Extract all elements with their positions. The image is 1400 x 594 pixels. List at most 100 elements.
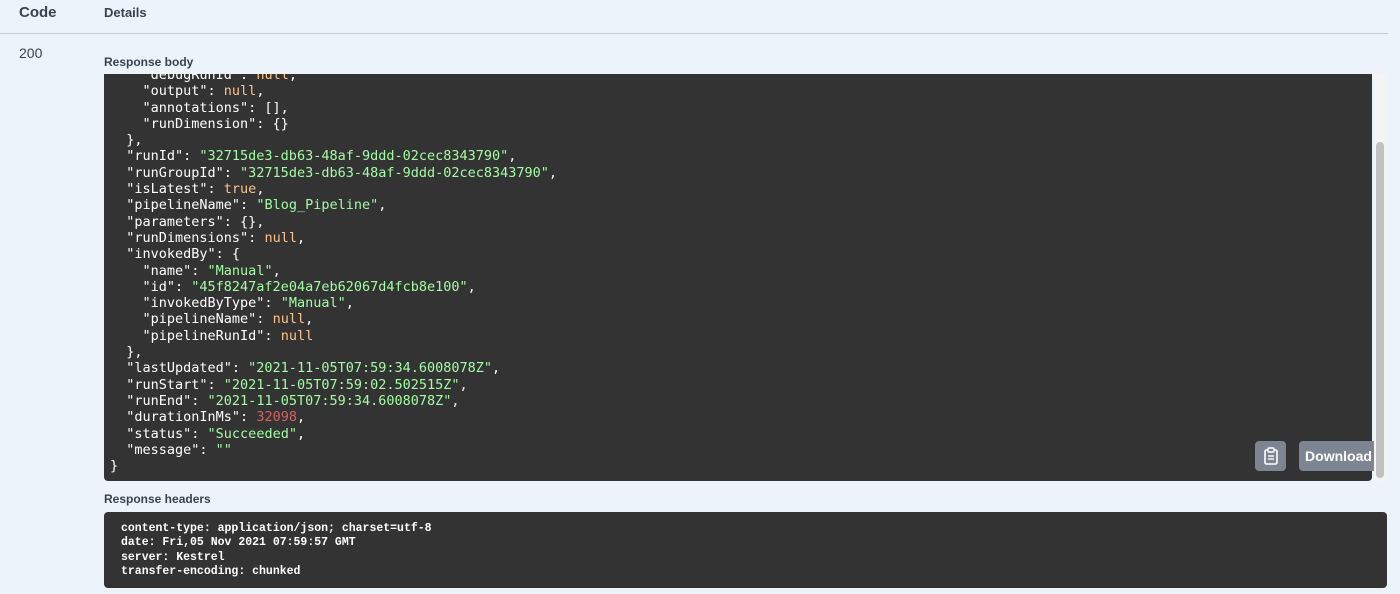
code-token: null xyxy=(280,327,314,344)
code-line: "pipelineName": null, xyxy=(104,311,1372,327)
code-token: } xyxy=(110,458,119,475)
code-token: "debugRunId": xyxy=(110,74,257,83)
code-token: "runDimensions": xyxy=(110,229,265,246)
code-line: "invokedBy": { xyxy=(104,246,1372,262)
code-token: true xyxy=(223,181,257,198)
response-body-scrollbar[interactable] xyxy=(1374,74,1386,481)
code-token: "2021-11-05T07:59:34.6008078Z" xyxy=(207,392,452,409)
code-token: "name": xyxy=(110,262,208,279)
code-line: "status": "Succeeded", xyxy=(104,426,1372,442)
code-token: "pipelineRunId": xyxy=(110,327,281,344)
code-token: "" xyxy=(215,441,232,458)
clipboard-icon xyxy=(1263,447,1278,465)
code-token: }, xyxy=(110,344,143,361)
response-body-label: Response body xyxy=(104,55,194,69)
code-token: , xyxy=(508,148,517,165)
code-line: "isLatest": true, xyxy=(104,181,1372,197)
code-token: "output": xyxy=(110,83,224,100)
code-token: "45f8247af2e04a7eb62067d4fcb8e100" xyxy=(191,278,468,295)
code-token: "parameters": {}, xyxy=(110,213,265,230)
header-line: date: Fri,05 Nov 2021 07:59:57 GMT xyxy=(121,536,356,550)
code-token: , xyxy=(296,425,306,442)
code-line: "id": "45f8247af2e04a7eb62067d4fcb8e100"… xyxy=(104,279,1372,295)
header-line: transfer-encoding: chunked xyxy=(121,564,301,578)
code-token: , xyxy=(451,392,460,409)
code-token: , xyxy=(296,229,306,246)
code-line: } xyxy=(104,458,1372,474)
code-token: "invokedByType": xyxy=(110,295,281,312)
code-token: , xyxy=(345,295,354,312)
response-status-code: 200 xyxy=(19,45,43,61)
code-line: }, xyxy=(104,132,1372,148)
code-token: , xyxy=(288,74,297,83)
code-line: "runEnd": "2021-11-05T07:59:34.6008078Z"… xyxy=(104,393,1372,409)
code-line: "runDimensions": null, xyxy=(104,230,1372,246)
code-token: , xyxy=(492,360,501,377)
header-line: content-type: application/json; charset=… xyxy=(121,522,432,535)
header-divider xyxy=(0,33,1388,34)
code-token: "message": xyxy=(110,441,216,458)
download-button[interactable]: Download xyxy=(1299,441,1378,471)
code-token: , xyxy=(272,262,281,279)
column-header-code: Code xyxy=(19,4,57,21)
header-line: server: Kestrel xyxy=(121,550,225,564)
code-line: "durationInMs": 32098, xyxy=(104,409,1372,425)
code-token: , xyxy=(296,409,306,426)
code-token: "runGroupId": xyxy=(110,164,241,181)
code-line: "runId": "32715de3-db63-48af-9ddd-02cec8… xyxy=(104,148,1372,164)
code-token: "2021-11-05T07:59:02.502515Z" xyxy=(223,376,460,393)
response-body-code: "debugRunId": null, "output": null, "ann… xyxy=(104,74,1372,481)
code-token: "lastUpdated": xyxy=(110,360,249,377)
code-token: "annotations": [], xyxy=(110,99,289,116)
code-token: "runId": xyxy=(110,148,200,165)
response-headers-label: Response headers xyxy=(104,492,211,506)
code-line: "runGroupId": "32715de3-db63-48af-9ddd-0… xyxy=(104,165,1372,181)
code-token: "2021-11-05T07:59:34.6008078Z" xyxy=(248,360,493,377)
code-line: "debugRunId": null, xyxy=(104,74,1372,83)
response-headers-panel: content-type: application/json; charset=… xyxy=(104,512,1387,588)
code-token: "status": xyxy=(110,425,208,442)
code-token: , xyxy=(467,278,476,295)
code-line: "pipelineName": "Blog_Pipeline", xyxy=(104,197,1372,213)
code-line: "message": "" xyxy=(104,442,1372,458)
code-token: , xyxy=(459,376,468,393)
code-token: "32715de3-db63-48af-9ddd-02cec8343790" xyxy=(240,164,549,181)
code-line: "parameters": {}, xyxy=(104,214,1372,230)
code-token: "invokedBy": { xyxy=(110,246,241,263)
code-token: "32715de3-db63-48af-9ddd-02cec8343790" xyxy=(199,148,509,165)
code-line: "runStart": "2021-11-05T07:59:02.502515Z… xyxy=(104,377,1372,393)
code-token: "runEnd": xyxy=(110,392,208,409)
code-line: "runDimension": {} xyxy=(104,116,1372,132)
code-token: "runStart": xyxy=(110,376,224,393)
code-token: "Succeeded" xyxy=(207,425,297,442)
code-line: "name": "Manual", xyxy=(104,263,1372,279)
code-line: "output": null, xyxy=(104,83,1372,99)
scrollbar-thumb[interactable] xyxy=(1376,142,1384,478)
code-token: "Blog_Pipeline" xyxy=(256,197,379,214)
response-body-panel[interactable]: "debugRunId": null, "output": null, "ann… xyxy=(104,74,1372,481)
code-token: "pipelineName": xyxy=(110,311,273,328)
column-header-details: Details xyxy=(104,5,147,20)
code-line: }, xyxy=(104,344,1372,360)
code-token: , xyxy=(256,83,265,100)
code-line: "invokedByType": "Manual", xyxy=(104,295,1372,311)
code-token: "durationInMs": xyxy=(110,409,257,426)
code-token: null xyxy=(264,229,297,246)
code-line: "lastUpdated": "2021-11-05T07:59:34.6008… xyxy=(104,360,1372,376)
code-token: "runDimension": {} xyxy=(110,115,289,132)
code-token: , xyxy=(305,311,314,328)
code-token: , xyxy=(256,181,265,198)
code-token: 32098 xyxy=(256,409,297,426)
code-token: "Manual" xyxy=(207,262,273,279)
code-token: "pipelineName": xyxy=(110,197,257,214)
copy-to-clipboard-button[interactable] xyxy=(1255,441,1286,471)
code-line: "pipelineRunId": null xyxy=(104,328,1372,344)
code-token: , xyxy=(548,164,558,181)
code-token: "isLatest": xyxy=(110,181,224,198)
code-token: null xyxy=(223,83,257,100)
code-line: "annotations": [], xyxy=(104,100,1372,116)
code-token: null xyxy=(256,74,289,83)
code-token: null xyxy=(272,311,306,328)
code-token: , xyxy=(378,197,387,214)
code-token: }, xyxy=(110,132,143,149)
